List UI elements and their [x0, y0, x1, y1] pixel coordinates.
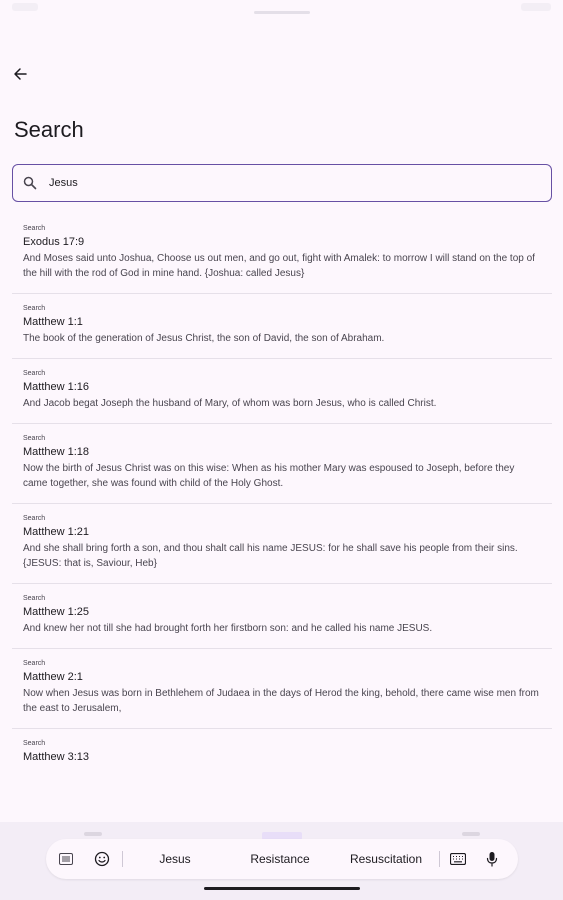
result-tag: Search [23, 225, 46, 232]
result-item[interactable]: Search Matthew 3:13 [12, 729, 552, 778]
suggestion-1[interactable]: Jesus [123, 852, 227, 866]
result-text: And Jacob begat Joseph the husband of Ma… [23, 398, 437, 409]
result-text: The book of the generation of Jesus Chri… [23, 333, 385, 344]
result-tag: Search [23, 435, 46, 442]
result-reference: Matthew 1:16 [23, 381, 90, 393]
keyboard-area: Jesus Resistance Resuscitation [0, 822, 563, 900]
result-tag: Search [23, 660, 46, 667]
keyboard-hint [462, 832, 480, 836]
microphone-icon[interactable] [480, 847, 504, 871]
suggestion-2[interactable]: Resistance [227, 852, 333, 866]
result-text: And knew her not till she had brought fo… [23, 623, 433, 634]
result-reference: Exodus 17:9 [23, 236, 85, 248]
result-item[interactable]: Search Matthew 1:21 And she shall bring … [12, 504, 552, 584]
result-item[interactable]: Search Matthew 1:25 And knew her not til… [12, 584, 552, 649]
status-bar [0, 0, 563, 24]
emoji-icon[interactable] [90, 847, 114, 871]
keyboard-icon[interactable] [446, 847, 470, 871]
result-reference: Matthew 1:25 [23, 606, 90, 618]
suggestion-3[interactable]: Resuscitation [333, 852, 439, 866]
result-item[interactable]: Search Matthew 2:1 Now when Jesus was bo… [12, 649, 552, 729]
result-text: And Moses said unto Joshua, Choose us ou… [23, 253, 535, 279]
search-input[interactable] [49, 165, 519, 201]
result-reference: Matthew 3:13 [23, 751, 90, 763]
result-item[interactable]: Search Exodus 17:9 And Moses said unto J… [12, 214, 552, 294]
keyboard-suggestion-bar: Jesus Resistance Resuscitation [46, 839, 518, 879]
result-tag: Search [23, 305, 46, 312]
result-text: And she shall bring forth a son, and tho… [23, 543, 518, 569]
results-list: Search Exodus 17:9 And Moses said unto J… [12, 214, 552, 778]
result-item[interactable]: Search Matthew 1:1 The book of the gener… [12, 294, 552, 359]
result-tag: Search [23, 370, 46, 377]
result-reference: Matthew 2:1 [23, 671, 83, 683]
result-tag: Search [23, 515, 46, 522]
result-tag: Search [23, 740, 46, 747]
keyboard-hint [84, 832, 102, 836]
home-indicator[interactable] [204, 887, 360, 890]
result-tag: Search [23, 595, 46, 602]
status-handle [254, 11, 310, 14]
search-field[interactable] [12, 164, 552, 202]
result-reference: Matthew 1:18 [23, 446, 90, 458]
result-item[interactable]: Search Matthew 1:16 And Jacob begat Jose… [12, 359, 552, 424]
arrow-back-icon [14, 68, 27, 80]
status-time [12, 3, 38, 11]
menu-grid-icon[interactable] [54, 847, 78, 871]
result-reference: Matthew 1:1 [23, 316, 83, 328]
result-text: Now the birth of Jesus Christ was on thi… [23, 463, 515, 489]
result-item[interactable]: Search Matthew 1:18 Now the birth of Jes… [12, 424, 552, 504]
result-reference: Matthew 1:21 [23, 526, 90, 538]
back-button[interactable] [8, 62, 32, 86]
separator [439, 851, 440, 867]
status-icons [521, 3, 551, 11]
result-text: Now when Jesus was born in Bethlehem of … [23, 688, 539, 714]
page-title: Search [14, 117, 84, 142]
search-icon [23, 176, 37, 190]
